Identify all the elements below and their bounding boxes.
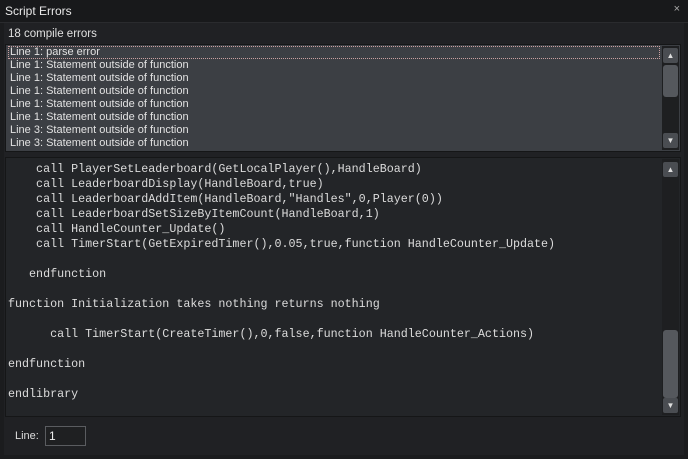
code-line: call LeaderboardDisplay(HandleBoard,true… <box>8 177 324 191</box>
error-list-item[interactable]: Line 1: Statement outside of function <box>8 59 660 72</box>
error-list-item[interactable]: Line 1: Statement outside of function <box>8 98 660 111</box>
error-count: 18 compile errors <box>8 28 97 40</box>
code-line: call TimerStart(CreateTimer(),0,false,fu… <box>8 327 535 341</box>
scrollbar-thumb[interactable] <box>663 65 678 97</box>
error-list-item[interactable]: Line 1: parse error <box>8 46 660 59</box>
code-line: call PlayerSetLeaderboard(GetLocalPlayer… <box>8 162 422 176</box>
code-view[interactable]: ▲ ▼ call PlayerSetLeaderboard(GetLocalPl… <box>5 157 681 417</box>
code-line: call LeaderboardSetSizeByItemCount(Handl… <box>8 207 380 221</box>
code-line: endfunction <box>8 267 107 281</box>
scroll-down-icon[interactable]: ▼ <box>663 133 678 148</box>
code-line: call LeaderboardAddItem(HandleBoard,"Han… <box>8 192 443 206</box>
code-scrollbar[interactable]: ▲ ▼ <box>662 159 679 415</box>
title-bar: Script Errors × <box>0 0 688 23</box>
error-list-item[interactable]: Line 1: Statement outside of function <box>8 111 660 124</box>
error-list-item[interactable]: Line 3: Statement outside of function <box>8 124 660 137</box>
scroll-up-icon[interactable]: ▲ <box>663 48 678 63</box>
window-title: Script Errors <box>5 4 72 18</box>
error-list-item[interactable]: Line 1: Statement outside of function <box>8 72 660 85</box>
code-line: call HandleCounter_Update() <box>8 222 226 236</box>
line-number-input[interactable] <box>45 426 86 446</box>
scrollbar-thumb[interactable] <box>663 330 678 398</box>
error-list[interactable]: ▲ ▼ Line 1: parse error Line 1: Statement… <box>5 44 681 152</box>
code-line: endfunction <box>8 357 86 371</box>
error-list-item[interactable]: Line 3: Statement outside of function <box>8 137 660 150</box>
error-list-item[interactable]: Line 1: Statement outside of function <box>8 85 660 98</box>
close-icon[interactable]: × <box>674 3 680 15</box>
scroll-up-icon[interactable]: ▲ <box>663 162 678 177</box>
line-label: Line: <box>15 430 39 442</box>
code-line: call TimerStart(GetExpiredTimer(),0.05,t… <box>8 237 556 251</box>
error-list-scrollbar[interactable]: ▲ ▼ <box>662 46 679 150</box>
code-line: endlibrary <box>8 387 79 401</box>
scroll-down-icon[interactable]: ▼ <box>663 398 678 413</box>
code-line: function Initialization takes nothing re… <box>8 297 380 311</box>
